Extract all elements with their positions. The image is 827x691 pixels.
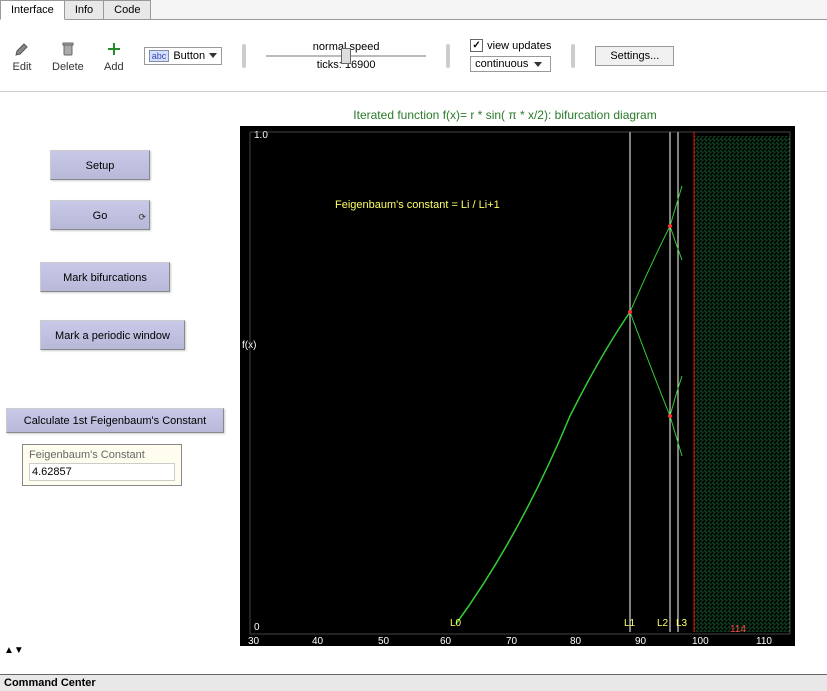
curve-l1a	[670, 376, 682, 416]
plot-container: Iterated function f(x)= r * sin( π * x/2…	[210, 108, 800, 666]
separator	[571, 44, 575, 68]
settings-button[interactable]: Settings...	[595, 46, 674, 66]
view-updates-label: view updates	[487, 40, 551, 52]
y-min-label: 0	[254, 622, 260, 633]
resize-arrows-icon[interactable]: ▲▼	[4, 645, 24, 656]
speed-section: normal speed ticks: 16900	[266, 41, 426, 71]
monitor-value: 4.62857	[29, 463, 175, 481]
y-axis-label: f(x)	[242, 340, 256, 351]
tab-bar: Interface Info Code	[0, 0, 827, 20]
svg-text:30: 30	[248, 636, 260, 646]
curve-lower1	[630, 312, 670, 416]
trash-icon	[58, 39, 78, 59]
command-center-bar[interactable]: Command Center	[0, 674, 827, 691]
speed-slider[interactable]	[266, 55, 426, 57]
pencil-icon	[12, 39, 32, 59]
tab-info[interactable]: Info	[64, 0, 104, 19]
val-114: 114	[730, 624, 746, 635]
svg-text:40: 40	[312, 636, 324, 646]
edit-label: Edit	[13, 61, 32, 73]
plus-icon	[104, 39, 124, 59]
curve-main	[456, 312, 630, 624]
setup-button[interactable]: Setup	[50, 150, 150, 180]
svg-text:70: 70	[506, 636, 518, 646]
monitor-label: Feigenbaum's Constant	[29, 449, 175, 461]
add-button[interactable]: Add	[104, 39, 124, 73]
abc-icon: abc	[149, 50, 170, 62]
workspace: Setup Go ⟳ Mark bifurcations Mark a peri…	[0, 92, 827, 672]
bif-dot-2	[668, 224, 672, 228]
bif-dot-3	[668, 414, 672, 418]
y-max-label: 1.0	[254, 130, 268, 141]
chevron-down-icon	[209, 53, 217, 58]
dropdown-label: Button	[173, 50, 205, 62]
L3-label: L3	[676, 618, 688, 629]
curve-l1b	[670, 416, 682, 456]
bif-dot-1	[628, 310, 632, 314]
plot-canvas[interactable]: 1.0 0 f(x) Feigenbaum's constant = Li / …	[240, 126, 795, 646]
plot-title: Iterated function f(x)= r * sin( π * x/2…	[210, 108, 800, 122]
svg-text:50: 50	[378, 636, 390, 646]
tab-code[interactable]: Code	[103, 0, 151, 19]
delete-label: Delete	[52, 61, 84, 73]
plot-area: 1.0 0 f(x) Feigenbaum's constant = Li / …	[210, 126, 795, 666]
go-button[interactable]: Go ⟳	[50, 200, 150, 230]
svg-text:80: 80	[570, 636, 582, 646]
view-updates-checkbox[interactable]	[470, 39, 483, 52]
curve-u1b	[670, 226, 682, 260]
add-label: Add	[104, 61, 124, 73]
svg-text:60: 60	[440, 636, 452, 646]
x-axis-ticks: 30 40 50 60 70 80 90 100 110	[248, 636, 772, 646]
update-mode-select[interactable]: continuous	[470, 56, 551, 72]
go-label: Go	[93, 210, 108, 222]
svg-text:100: 100	[692, 636, 709, 646]
chaos-region	[694, 136, 790, 632]
svg-text:90: 90	[635, 636, 647, 646]
plot-svg: 1.0 0 f(x) Feigenbaum's constant = Li / …	[240, 126, 795, 646]
slider-thumb[interactable]	[341, 48, 351, 64]
L0-label: L0	[450, 618, 462, 629]
feigenbaum-monitor: Feigenbaum's Constant 4.62857	[22, 444, 182, 486]
curve-u1a	[670, 186, 682, 226]
curve-upper1	[630, 226, 670, 312]
plot-annotation: Feigenbaum's constant = Li / Li+1	[335, 199, 500, 211]
toolbar: Edit Delete Add abc Button normal speed …	[0, 20, 827, 92]
calc-feigenbaum-button[interactable]: Calculate 1st Feigenbaum's Constant	[6, 408, 224, 433]
chevron-down-icon	[534, 62, 542, 67]
element-type-dropdown[interactable]: abc Button	[144, 47, 222, 65]
edit-button[interactable]: Edit	[12, 39, 32, 73]
mark-periodic-button[interactable]: Mark a periodic window	[40, 320, 185, 350]
refresh-icon: ⟳	[138, 208, 146, 226]
view-section: view updates continuous	[470, 39, 551, 72]
separator	[242, 44, 246, 68]
view-updates-row: view updates	[470, 39, 551, 52]
mark-bifurcations-button[interactable]: Mark bifurcations	[40, 262, 170, 292]
separator	[446, 44, 450, 68]
svg-text:110: 110	[756, 636, 772, 646]
tab-interface[interactable]: Interface	[0, 0, 65, 20]
L2-label: L2	[657, 618, 669, 629]
delete-button[interactable]: Delete	[52, 39, 84, 73]
L1-label: L1	[624, 618, 636, 629]
select-value: continuous	[475, 58, 528, 70]
